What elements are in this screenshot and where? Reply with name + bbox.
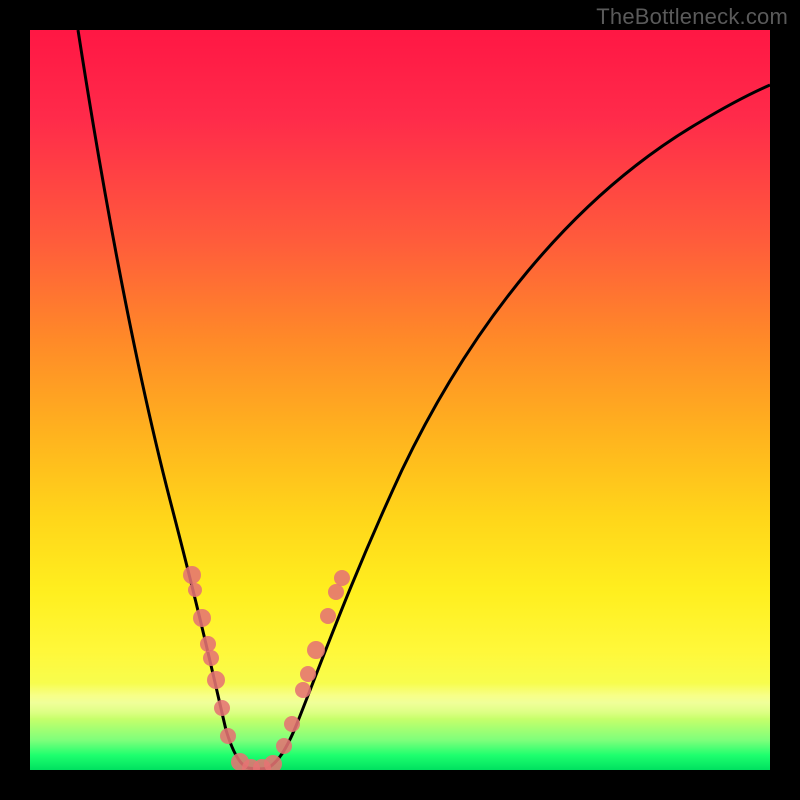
data-point	[307, 641, 325, 659]
left-curve	[78, 30, 248, 768]
plot-area	[30, 30, 770, 770]
chart-svg	[30, 30, 770, 770]
data-point	[207, 671, 225, 689]
data-point	[328, 584, 344, 600]
data-point	[203, 650, 219, 666]
data-point	[300, 666, 316, 682]
watermark-text: TheBottleneck.com	[596, 4, 788, 30]
data-point	[214, 700, 230, 716]
data-point	[183, 566, 201, 584]
data-point	[200, 636, 216, 652]
data-point	[193, 609, 211, 627]
data-point	[334, 570, 350, 586]
data-point	[320, 608, 336, 624]
right-curve	[268, 85, 770, 768]
data-point	[284, 716, 300, 732]
marker-group	[183, 566, 350, 770]
data-point	[188, 583, 202, 597]
chart-frame: TheBottleneck.com	[0, 0, 800, 800]
data-point	[220, 728, 236, 744]
data-point	[276, 738, 292, 754]
data-point	[295, 682, 311, 698]
